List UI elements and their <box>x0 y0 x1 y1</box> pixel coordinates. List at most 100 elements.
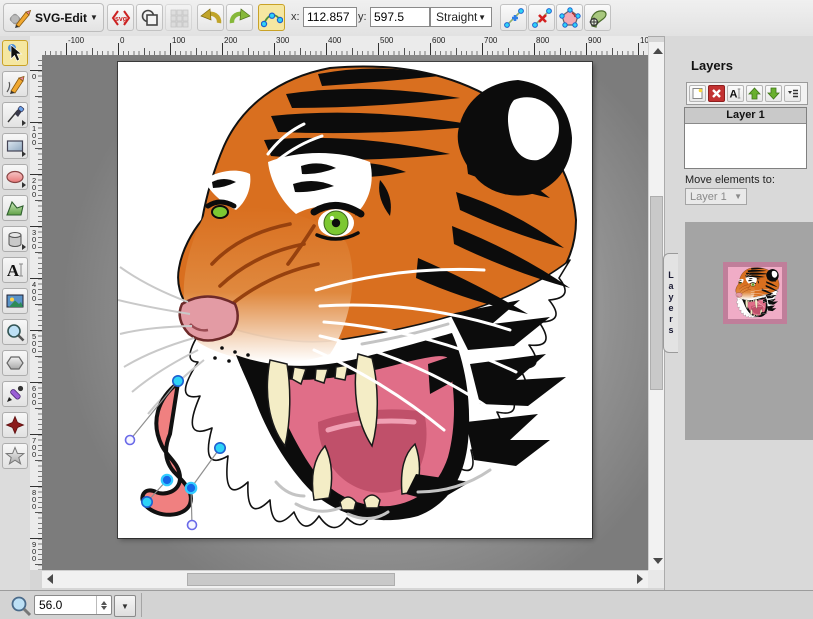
layer-buttons-row: A <box>686 82 808 105</box>
main-menu-button[interactable]: SVG-Edit ▼ <box>3 3 104 32</box>
canvas-thumbnail <box>728 267 782 319</box>
horizontal-scrollbar-thumb[interactable] <box>187 573 395 586</box>
scroll-up-arrow-icon[interactable] <box>653 48 663 54</box>
x-coordinate-label: x: <box>291 11 300 23</box>
move-elements-label: Move elements to: <box>685 174 775 186</box>
ruler-label: 600 <box>32 385 40 406</box>
scrollbar-corner <box>648 570 664 588</box>
zoom-tool-button[interactable] <box>2 319 28 345</box>
zoom-preset-dropdown-button[interactable]: ▼ <box>114 595 136 617</box>
path-node[interactable] <box>173 376 183 386</box>
vertical-scrollbar-thumb[interactable] <box>650 196 663 390</box>
scroll-down-arrow-icon[interactable] <box>653 558 663 564</box>
path-edit-icon <box>261 7 283 29</box>
ruler-corner <box>30 36 42 56</box>
shape-red-tool-button[interactable] <box>2 412 28 438</box>
ruler-label: 700 <box>484 36 497 45</box>
image-tool-icon <box>5 291 25 311</box>
svg-canvas[interactable] <box>118 62 592 538</box>
top-toolbar: SVG-Edit ▼ svg <box>0 0 813 37</box>
pencil-tool-icon <box>5 74 25 94</box>
ruler-label: 700 <box>32 437 40 458</box>
move-layer-up-button[interactable] <box>746 85 763 102</box>
eyedropper-tool-button[interactable] <box>2 381 28 407</box>
left-tool-palette: A <box>0 36 30 590</box>
new-layer-button[interactable] <box>689 85 706 102</box>
svg-text:A: A <box>7 261 20 280</box>
red-shape-tool-icon <box>5 415 25 435</box>
layers-panel-toggle-tab[interactable]: Layers <box>663 253 678 353</box>
segment-type-select[interactable]: Straight ▼ <box>430 7 492 27</box>
svg-edit-logo-icon <box>8 6 32 30</box>
source-code-button[interactable]: svg <box>107 4 134 31</box>
layer-row-selected[interactable]: Layer 1 <box>685 108 806 124</box>
shapes-button[interactable] <box>136 4 163 31</box>
path-node[interactable] <box>215 443 225 453</box>
move-elements-select[interactable]: Layer 1 ▼ <box>685 188 747 205</box>
hexagon-tool-button[interactable] <box>2 350 28 376</box>
ruler-label: 900 <box>32 541 40 562</box>
rectangle-tool-button[interactable] <box>2 133 28 159</box>
star-tool-button[interactable] <box>2 443 28 469</box>
control-point[interactable] <box>188 521 197 530</box>
flyout-arrow-icon <box>22 182 26 188</box>
move-select-caret-icon: ▼ <box>734 192 742 201</box>
move-layer-down-button[interactable] <box>765 85 782 102</box>
layers-panel-title: Layers <box>691 58 733 73</box>
ruler-label: 600 <box>432 36 445 45</box>
undo-icon <box>200 7 222 29</box>
open-path-button[interactable] <box>584 4 611 31</box>
path-node-selected[interactable] <box>186 483 196 493</box>
path-node[interactable] <box>142 497 152 507</box>
ruler-label: 0 <box>120 36 124 45</box>
scroll-right-arrow-icon[interactable] <box>637 574 643 584</box>
path-edit-mode-button[interactable] <box>258 4 285 31</box>
polygon-tool-button[interactable] <box>2 195 28 221</box>
new-layer-icon <box>691 87 704 100</box>
scroll-left-arrow-icon[interactable] <box>47 574 53 584</box>
open-path-icon <box>587 7 609 29</box>
drawing-workspace[interactable] <box>42 55 648 570</box>
grid-button[interactable] <box>165 4 192 31</box>
layer-menu-button[interactable] <box>784 85 801 102</box>
rename-layer-button[interactable]: A <box>727 85 744 102</box>
shape-library-tool-button[interactable] <box>2 226 28 252</box>
zoom-tool-icon <box>5 322 25 342</box>
pencil-tool-button[interactable] <box>2 71 28 97</box>
hexagon-tool-icon <box>5 353 25 373</box>
y-coordinate-label: y: <box>358 11 367 23</box>
delete-node-button[interactable] <box>528 4 555 31</box>
ruler-label: 300 <box>276 36 289 45</box>
close-path-button[interactable] <box>556 4 583 31</box>
undo-button[interactable] <box>197 4 224 31</box>
x-coordinate-input[interactable] <box>303 7 357 27</box>
spin-down-icon[interactable] <box>101 606 107 610</box>
zoom-spinner-arrows[interactable] <box>96 596 111 614</box>
zoom-level-input[interactable] <box>35 598 96 612</box>
select-tool-button[interactable] <box>2 40 28 66</box>
redo-button[interactable] <box>226 4 253 31</box>
horizontal-scrollbar[interactable] <box>42 570 648 588</box>
text-tool-button[interactable]: A <box>2 257 28 283</box>
ruler-label: 900 <box>588 36 601 45</box>
line-tool-button[interactable] <box>2 102 28 128</box>
polygon-tool-icon <box>5 198 25 218</box>
layer-up-icon <box>748 87 761 100</box>
ellipse-tool-button[interactable] <box>2 164 28 190</box>
vertical-scrollbar[interactable] <box>648 42 664 570</box>
add-node-button[interactable] <box>500 4 527 31</box>
ruler-label: 0 <box>32 73 40 80</box>
image-tool-button[interactable] <box>2 288 28 314</box>
select-tool-icon <box>5 43 25 63</box>
bottom-bar: ▼ <box>0 590 813 619</box>
delete-layer-button[interactable] <box>708 85 725 102</box>
horizontal-ruler: -10001002003004005006007008009001000 <box>42 36 648 56</box>
ruler-label: 300 <box>32 229 40 250</box>
control-point[interactable] <box>126 436 135 445</box>
canvas-thumbnail-frame <box>723 262 787 324</box>
tiger-illustration <box>118 62 592 538</box>
path-node-selected[interactable] <box>162 475 172 485</box>
flyout-arrow-icon <box>22 244 26 250</box>
y-coordinate-input[interactable] <box>370 7 430 27</box>
spin-up-icon[interactable] <box>101 601 107 605</box>
